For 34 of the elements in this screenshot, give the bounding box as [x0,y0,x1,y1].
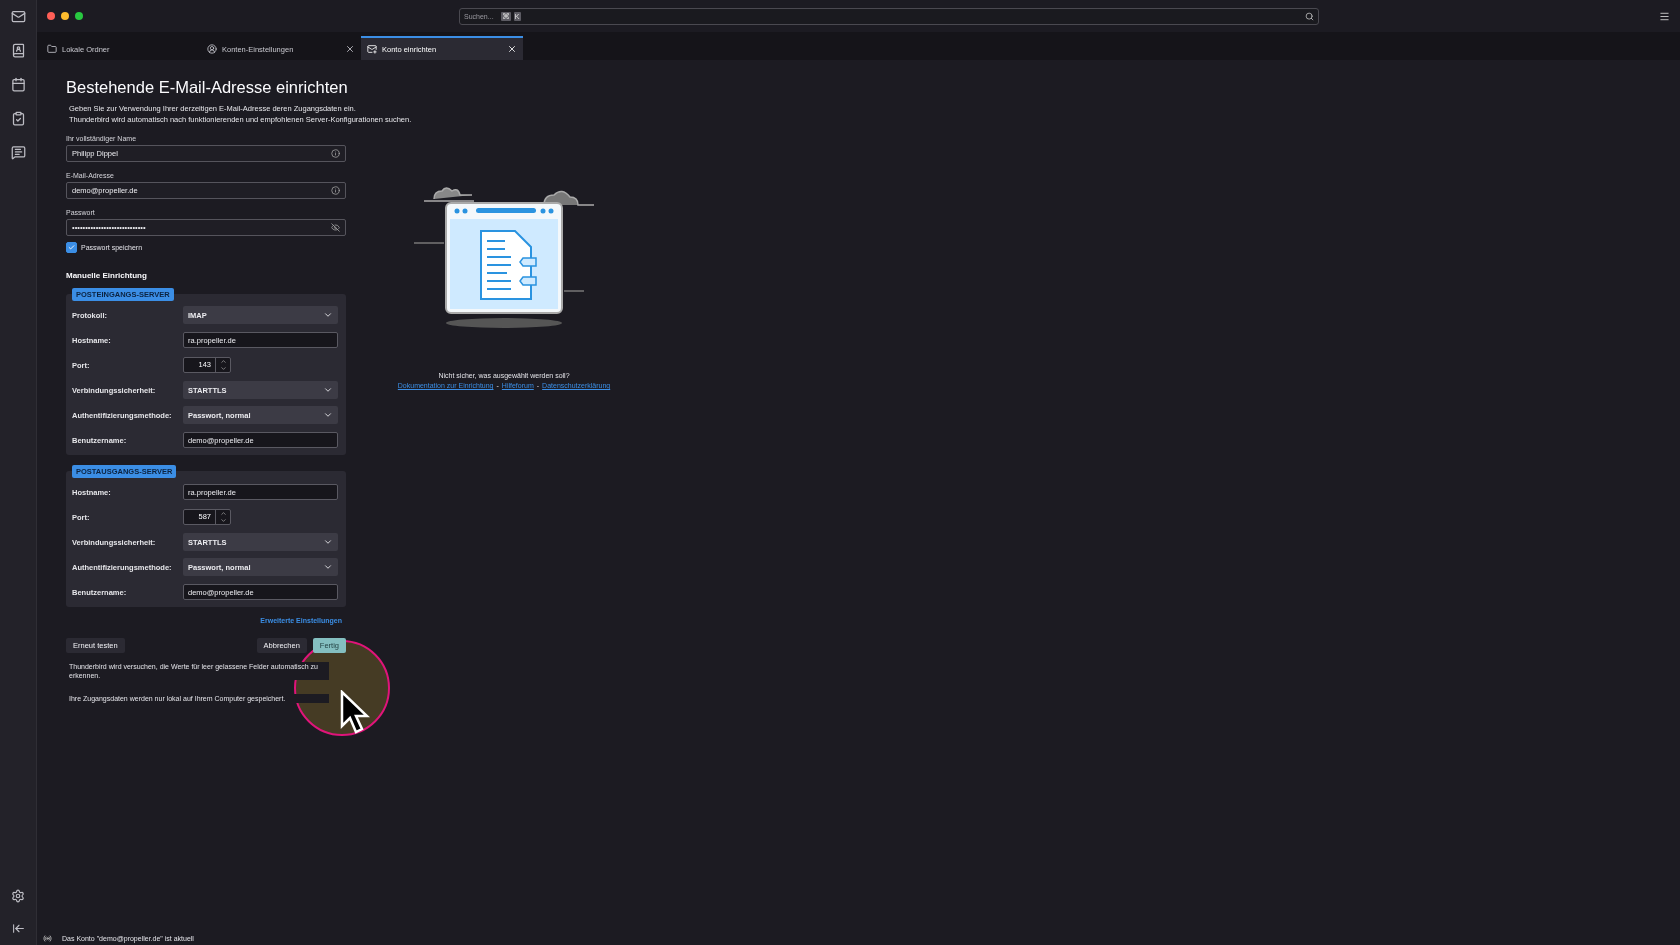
increment-icon[interactable] [219,510,227,517]
search-icon [1305,11,1314,21]
chevron-icon [323,537,333,547]
chevron-icon [323,410,333,420]
clipboard-icon[interactable] [10,111,26,126]
address-book-icon[interactable] [10,43,26,58]
mail-icon[interactable] [10,9,26,24]
menu-icon[interactable] [1659,10,1670,22]
mail-icon [367,44,377,54]
account-icon [207,44,217,54]
chevron-icon [323,562,333,572]
chevron-icon [323,310,333,320]
decrement-icon[interactable] [219,365,227,372]
folder-icon [47,44,57,54]
calendar-icon[interactable] [10,77,26,92]
pointer-cursor-icon [340,690,370,734]
info-icon [331,149,340,158]
decrement-icon[interactable] [219,517,227,524]
eye-icon[interactable] [331,223,340,232]
chat-icon[interactable] [10,145,26,160]
section-heading: Manuelle Einrichtung [66,271,148,280]
checkbox[interactable] [66,242,77,253]
maximize-window-button[interactable] [75,12,83,20]
settings-icon[interactable] [11,889,25,903]
close-window-button[interactable] [47,12,55,20]
page-title: Bestehende E-Mail-Adresse einrichten [66,78,346,97]
collapse-icon[interactable] [11,922,25,935]
status-icon [43,933,52,943]
close-icon[interactable] [507,44,517,54]
minimize-window-button[interactable] [61,12,69,20]
info-icon [331,186,340,195]
close-icon[interactable] [345,44,355,54]
chevron-icon [323,385,333,395]
increment-icon[interactable] [219,358,227,365]
